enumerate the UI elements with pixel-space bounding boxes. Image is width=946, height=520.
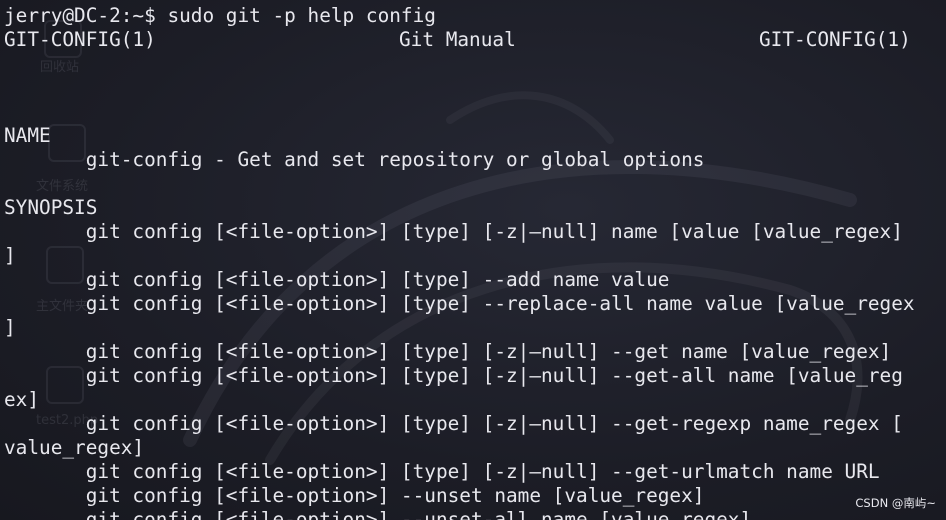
man-line: git config [<file-option>] [type] [-z|—n… [4,412,903,435]
man-line: git-config - Get and set repository or g… [4,148,705,171]
man-header-center: Git Manual [399,28,516,51]
csdn-watermark: CSDN @南屿~ [855,496,936,510]
prompt-line: jerry@DC-2:~$ sudo git -p help config [4,4,436,27]
man-line: git config [<file-option>] [type] --add … [4,268,670,291]
man-line: NAME [4,124,51,147]
man-header-left: GIT-CONFIG(1) [4,28,156,51]
man-line: git config [<file-option>] --unset name … [4,484,705,507]
man-line: git config [<file-option>] [type] [-z|—n… [4,460,880,483]
man-line: git config [<file-option>] [type] [-z|—n… [4,364,903,387]
desktop-screen: 回收站 文件系统 主文件夹 test2.php jerry@DC-2:~$ su… [0,0,946,520]
man-line: git config [<file-option>] [type] [-z|—n… [4,340,892,363]
man-line: git config [<file-option>] --unset-all n… [4,508,752,520]
man-line: git config [<file-option>] [type] --repl… [4,292,915,315]
terminal-output[interactable]: jerry@DC-2:~$ sudo git -p help config GI… [0,0,946,520]
man-line: ] [4,244,16,267]
man-line: ] [4,316,16,339]
man-line: ex] [4,388,40,411]
man-header-right: GIT-CONFIG(1) [759,28,911,51]
man-line: SYNOPSIS [4,196,98,219]
man-line: value_regex] [4,436,145,459]
man-line: git config [<file-option>] [type] [-z|—n… [4,220,903,243]
